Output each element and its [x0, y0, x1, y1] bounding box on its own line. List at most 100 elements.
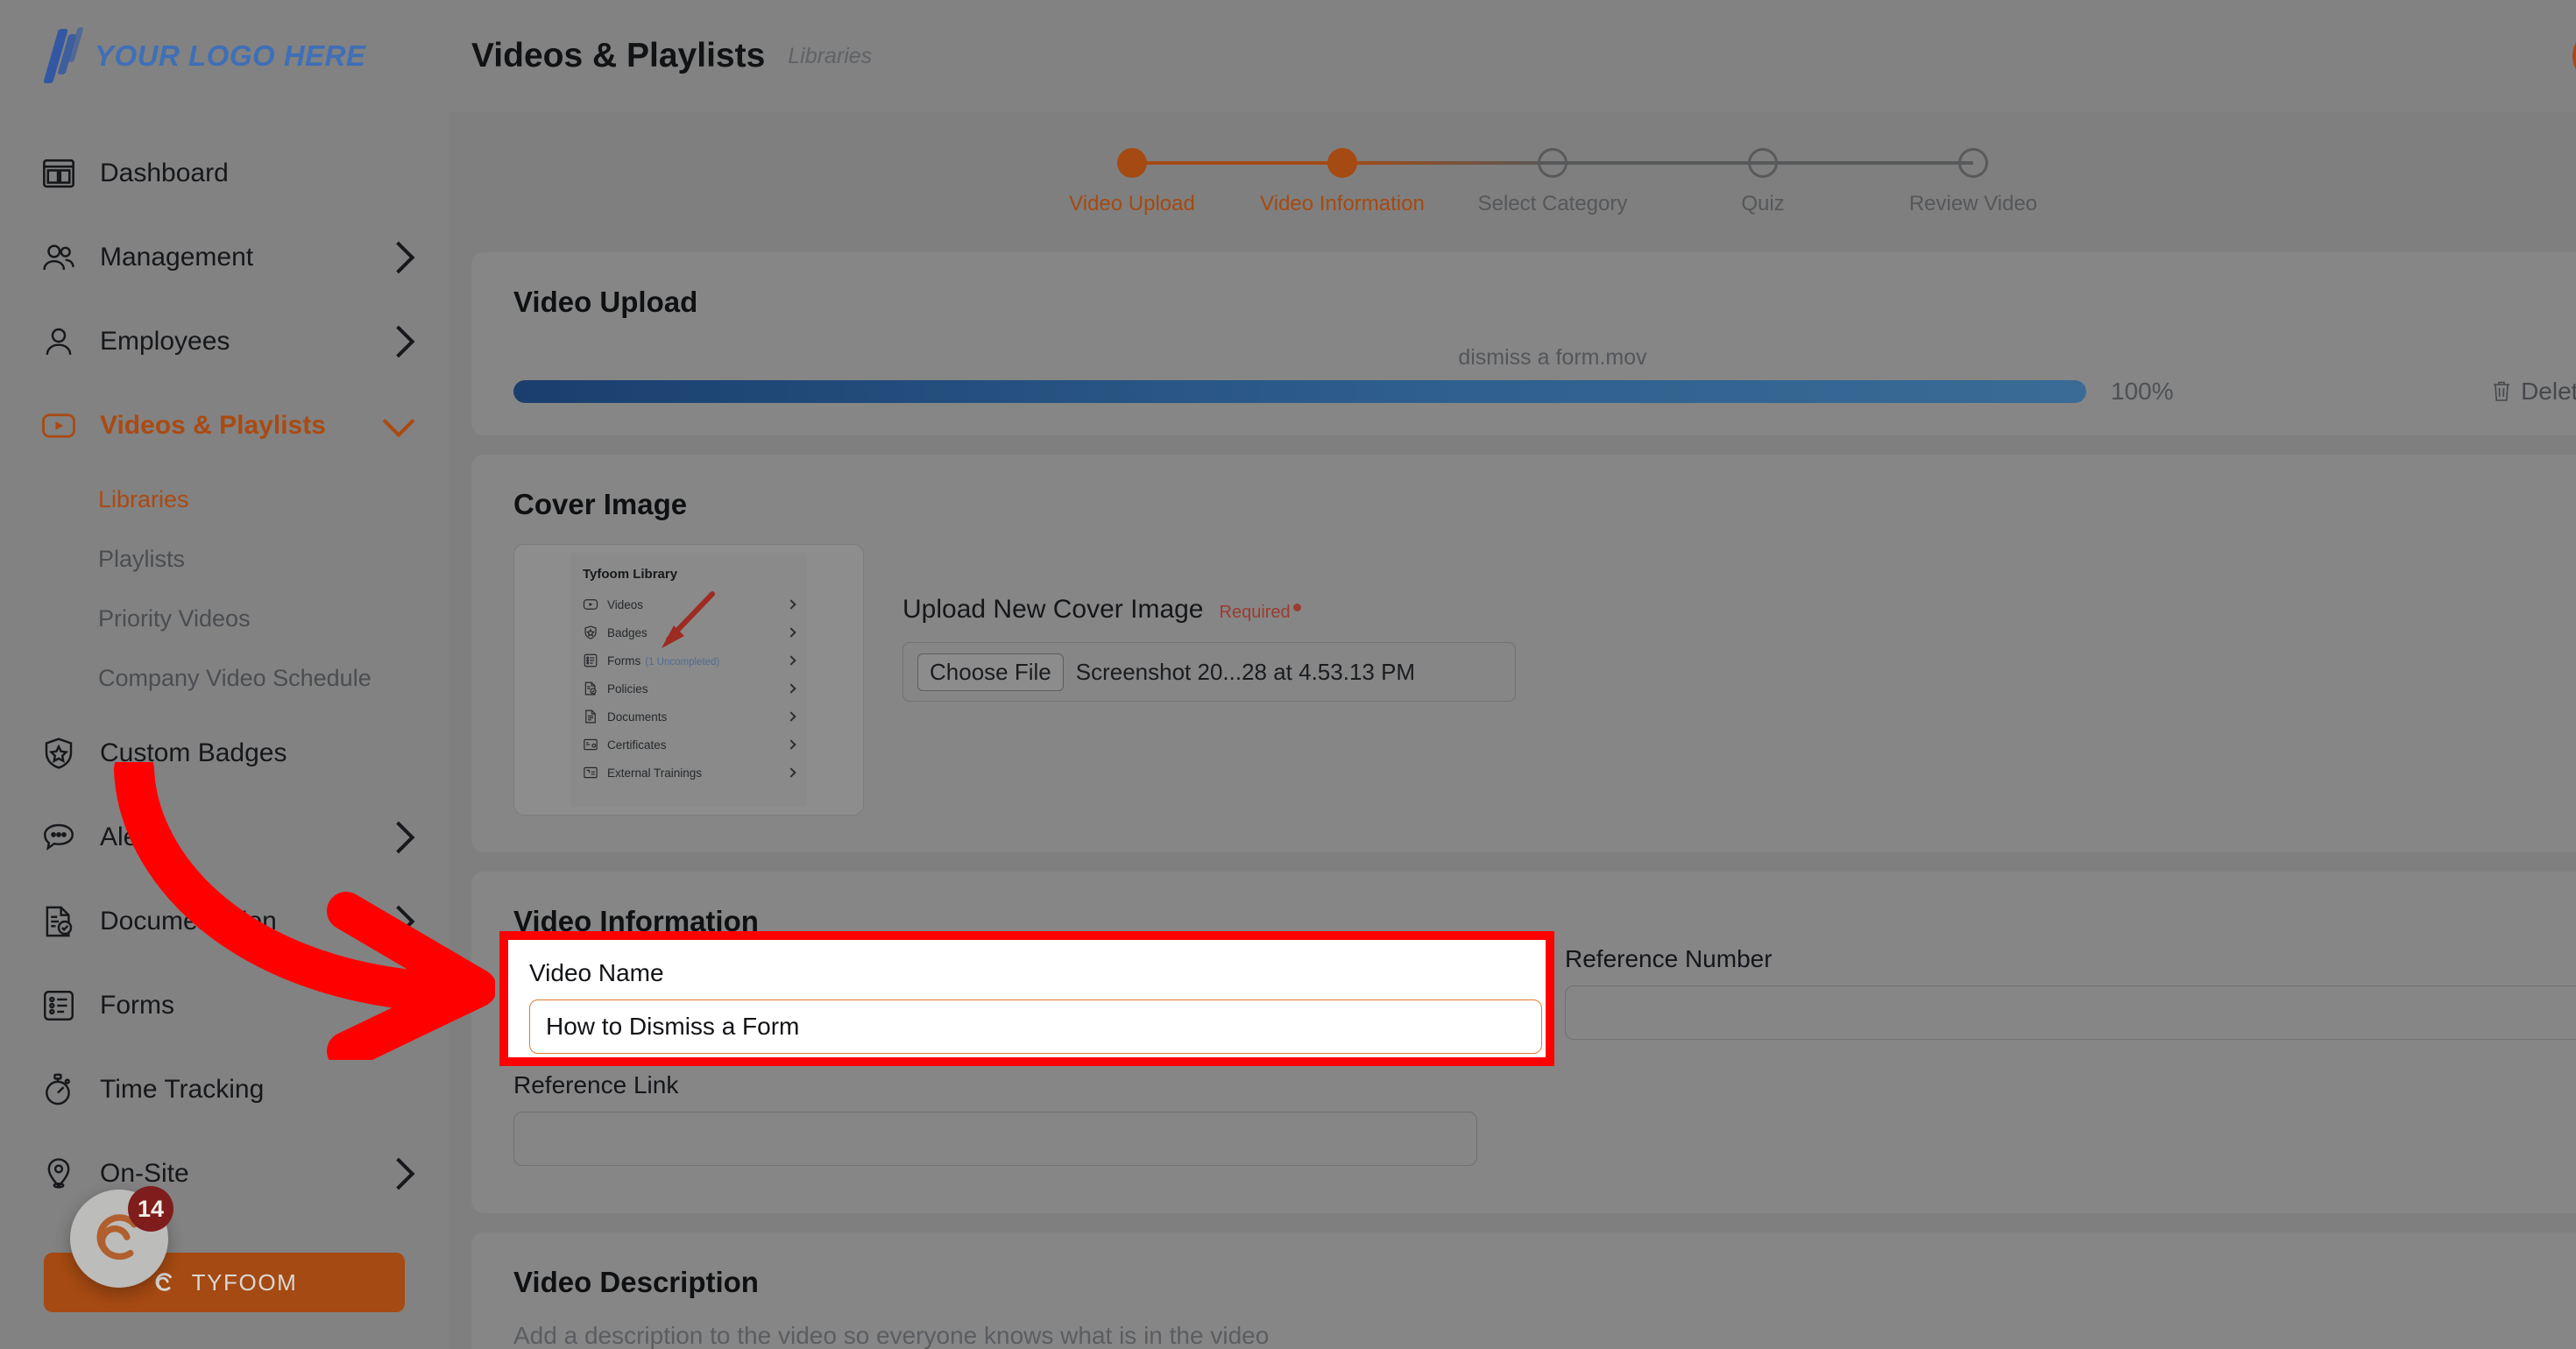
sidebar-subitem-label: Company Video Schedule — [98, 664, 372, 691]
sidebar-item-management[interactable]: Management — [0, 215, 449, 300]
video-name-highlight-box: Video Name — [499, 931, 1554, 1066]
delete-upload-button[interactable]: Delete — [2491, 378, 2576, 406]
sidebar-item-label: Forms — [100, 991, 174, 1020]
cover-image-row: Tyfoom Library Videos Badges Forms (1 Un… — [513, 544, 2576, 816]
sidebar-item-priority-videos[interactable]: Priority Videos — [0, 589, 449, 648]
sidebar-item-videos-playlists[interactable]: Videos & Playlists — [0, 384, 449, 468]
cover-image-heading: Cover Image — [513, 488, 688, 520]
sidebar-item-label: Custom Badges — [100, 738, 287, 767]
thumbnail-row-label: External Trainings — [607, 766, 703, 780]
upload-progress-bar — [513, 380, 2086, 403]
sidebar-subitem-label: Priority Videos — [98, 604, 251, 632]
step-review-video[interactable]: Review Video — [1868, 148, 2078, 216]
chevron-right-icon — [382, 325, 415, 358]
tyfoom-launcher[interactable]: 14 — [70, 1186, 173, 1288]
wizard-stepper: Video Upload Video Information Select Ca… — [471, 112, 2576, 252]
required-label: Required — [1219, 603, 1291, 622]
cover-image-thumbnail[interactable]: Tyfoom Library Videos Badges Forms (1 Un… — [513, 544, 864, 816]
trash-icon — [2491, 379, 2512, 404]
brand-logo[interactable]: YOUR LOGO HERE — [0, 0, 449, 112]
chevron-right-icon — [382, 1157, 415, 1190]
doc-check-icon — [583, 681, 598, 696]
thumbnail-row-label: Certificates — [607, 738, 667, 752]
sidebar-item-documentation[interactable]: Documentation — [0, 879, 449, 964]
sidebar-nav: Dashboard Management Employees Videos & … — [0, 112, 449, 1216]
chevron-right-icon — [786, 683, 796, 694]
video-icon — [40, 407, 77, 444]
sidebar-item-label: Employees — [100, 327, 230, 356]
form-list-icon — [40, 987, 77, 1024]
thumbnail-row-text: Forms — [607, 653, 641, 667]
step-video-upload[interactable]: Video Upload — [1027, 148, 1342, 216]
reference-link-field: Reference Link — [513, 1071, 1477, 1166]
tyfoom-swirl-icon — [152, 1269, 178, 1296]
thumbnail-row: Documents — [583, 703, 796, 731]
thumbnail-row-label: Policies — [607, 682, 648, 696]
app-root: YOUR LOGO HERE Dashboard Management Empl… — [0, 0, 2576, 1349]
sidebar-item-on-site[interactable]: On-Site — [0, 1132, 449, 1216]
step-connector — [1553, 161, 1763, 165]
chevron-right-icon — [382, 241, 415, 274]
reference-link-input[interactable] — [513, 1112, 1477, 1166]
chevron-right-icon — [382, 905, 415, 938]
sidebar-item-label: Dashboard — [100, 159, 229, 187]
step-label: Quiz — [1741, 192, 1785, 215]
logo-mark-icon — [43, 25, 84, 87]
breadcrumb: Libraries — [788, 43, 873, 68]
step-dot — [1117, 148, 1147, 178]
choose-file-button[interactable]: Choose File — [917, 653, 1064, 691]
required-dot-icon — [1292, 604, 1301, 611]
map-pin-icon — [40, 1155, 77, 1192]
thumbnail-row: Policies — [583, 674, 796, 703]
certificate-icon — [583, 737, 598, 752]
user-icon — [40, 323, 77, 360]
chevron-right-icon — [786, 711, 796, 722]
video-name-input[interactable] — [529, 999, 1542, 1054]
sidebar-item-label: Documentation — [100, 907, 277, 936]
cover-file-input[interactable]: Choose File Screenshot 20...28 at 4.53.1… — [902, 642, 1516, 702]
cover-upload-section: Upload New Cover Image Required Choose F… — [902, 544, 1516, 702]
sidebar-item-employees[interactable]: Employees — [0, 300, 449, 384]
uploaded-filename: dismiss a form.mov — [1458, 345, 1647, 370]
avatar[interactable] — [2572, 29, 2576, 83]
sidebar-item-label: Management — [100, 243, 254, 272]
chevron-right-icon — [786, 655, 796, 666]
stopwatch-icon — [40, 1071, 77, 1108]
thumbnail-row-label: Documents — [607, 710, 668, 724]
sidebar-item-custom-badges[interactable]: Custom Badges — [0, 711, 449, 795]
sidebar-item-playlists[interactable]: Playlists — [0, 529, 449, 589]
step-video-information[interactable]: Video Information — [1237, 148, 1553, 216]
external-icon — [583, 765, 598, 780]
step-dot — [1538, 148, 1568, 178]
sidebar-item-company-video-schedule[interactable]: Company Video Schedule — [0, 648, 449, 708]
sidebar-item-label: On-Site — [100, 1159, 189, 1188]
chevron-right-icon — [786, 739, 796, 750]
chevron-right-icon — [382, 989, 415, 1022]
reference-number-label: Reference Number — [1565, 945, 1773, 972]
sidebar-item-libraries[interactable]: Libraries — [0, 470, 449, 529]
step-quiz[interactable]: Quiz — [1658, 148, 1973, 216]
topbar: Videos & Playlists Libraries — [449, 0, 2576, 112]
video-description-hint: Add a description to the video so everyo… — [513, 1322, 1270, 1349]
chevron-down-icon — [382, 405, 415, 438]
reference-number-input[interactable] — [1565, 985, 2576, 1040]
sidebar-item-forms[interactable]: Forms — [0, 964, 449, 1048]
required-badge: Required — [1220, 603, 1301, 623]
step-select-category[interactable]: Select Category — [1447, 148, 1763, 216]
tyfoom-badge-count: 14 — [128, 1186, 173, 1232]
badge-icon — [40, 735, 77, 772]
chat-icon — [40, 819, 77, 856]
sidebar-item-label: Time Tracking — [100, 1075, 265, 1104]
chevron-right-icon — [786, 627, 796, 638]
video-upload-heading: Video Upload — [513, 286, 698, 318]
sidebar-item-alerts[interactable]: Alerts — [0, 795, 449, 879]
sidebar-item-label: Alerts — [100, 823, 167, 851]
upload-progress-fill — [513, 380, 2086, 403]
tyfoom-button-label: TYFOOM — [191, 1268, 298, 1296]
sidebar-item-dashboard[interactable]: Dashboard — [0, 131, 449, 215]
dashboard-icon — [40, 155, 77, 192]
step-dot — [1748, 148, 1778, 178]
step-connector — [1342, 161, 1553, 165]
sidebar-subitem-label: Playlists — [98, 545, 186, 572]
sidebar-item-time-tracking[interactable]: Time Tracking — [0, 1048, 449, 1132]
